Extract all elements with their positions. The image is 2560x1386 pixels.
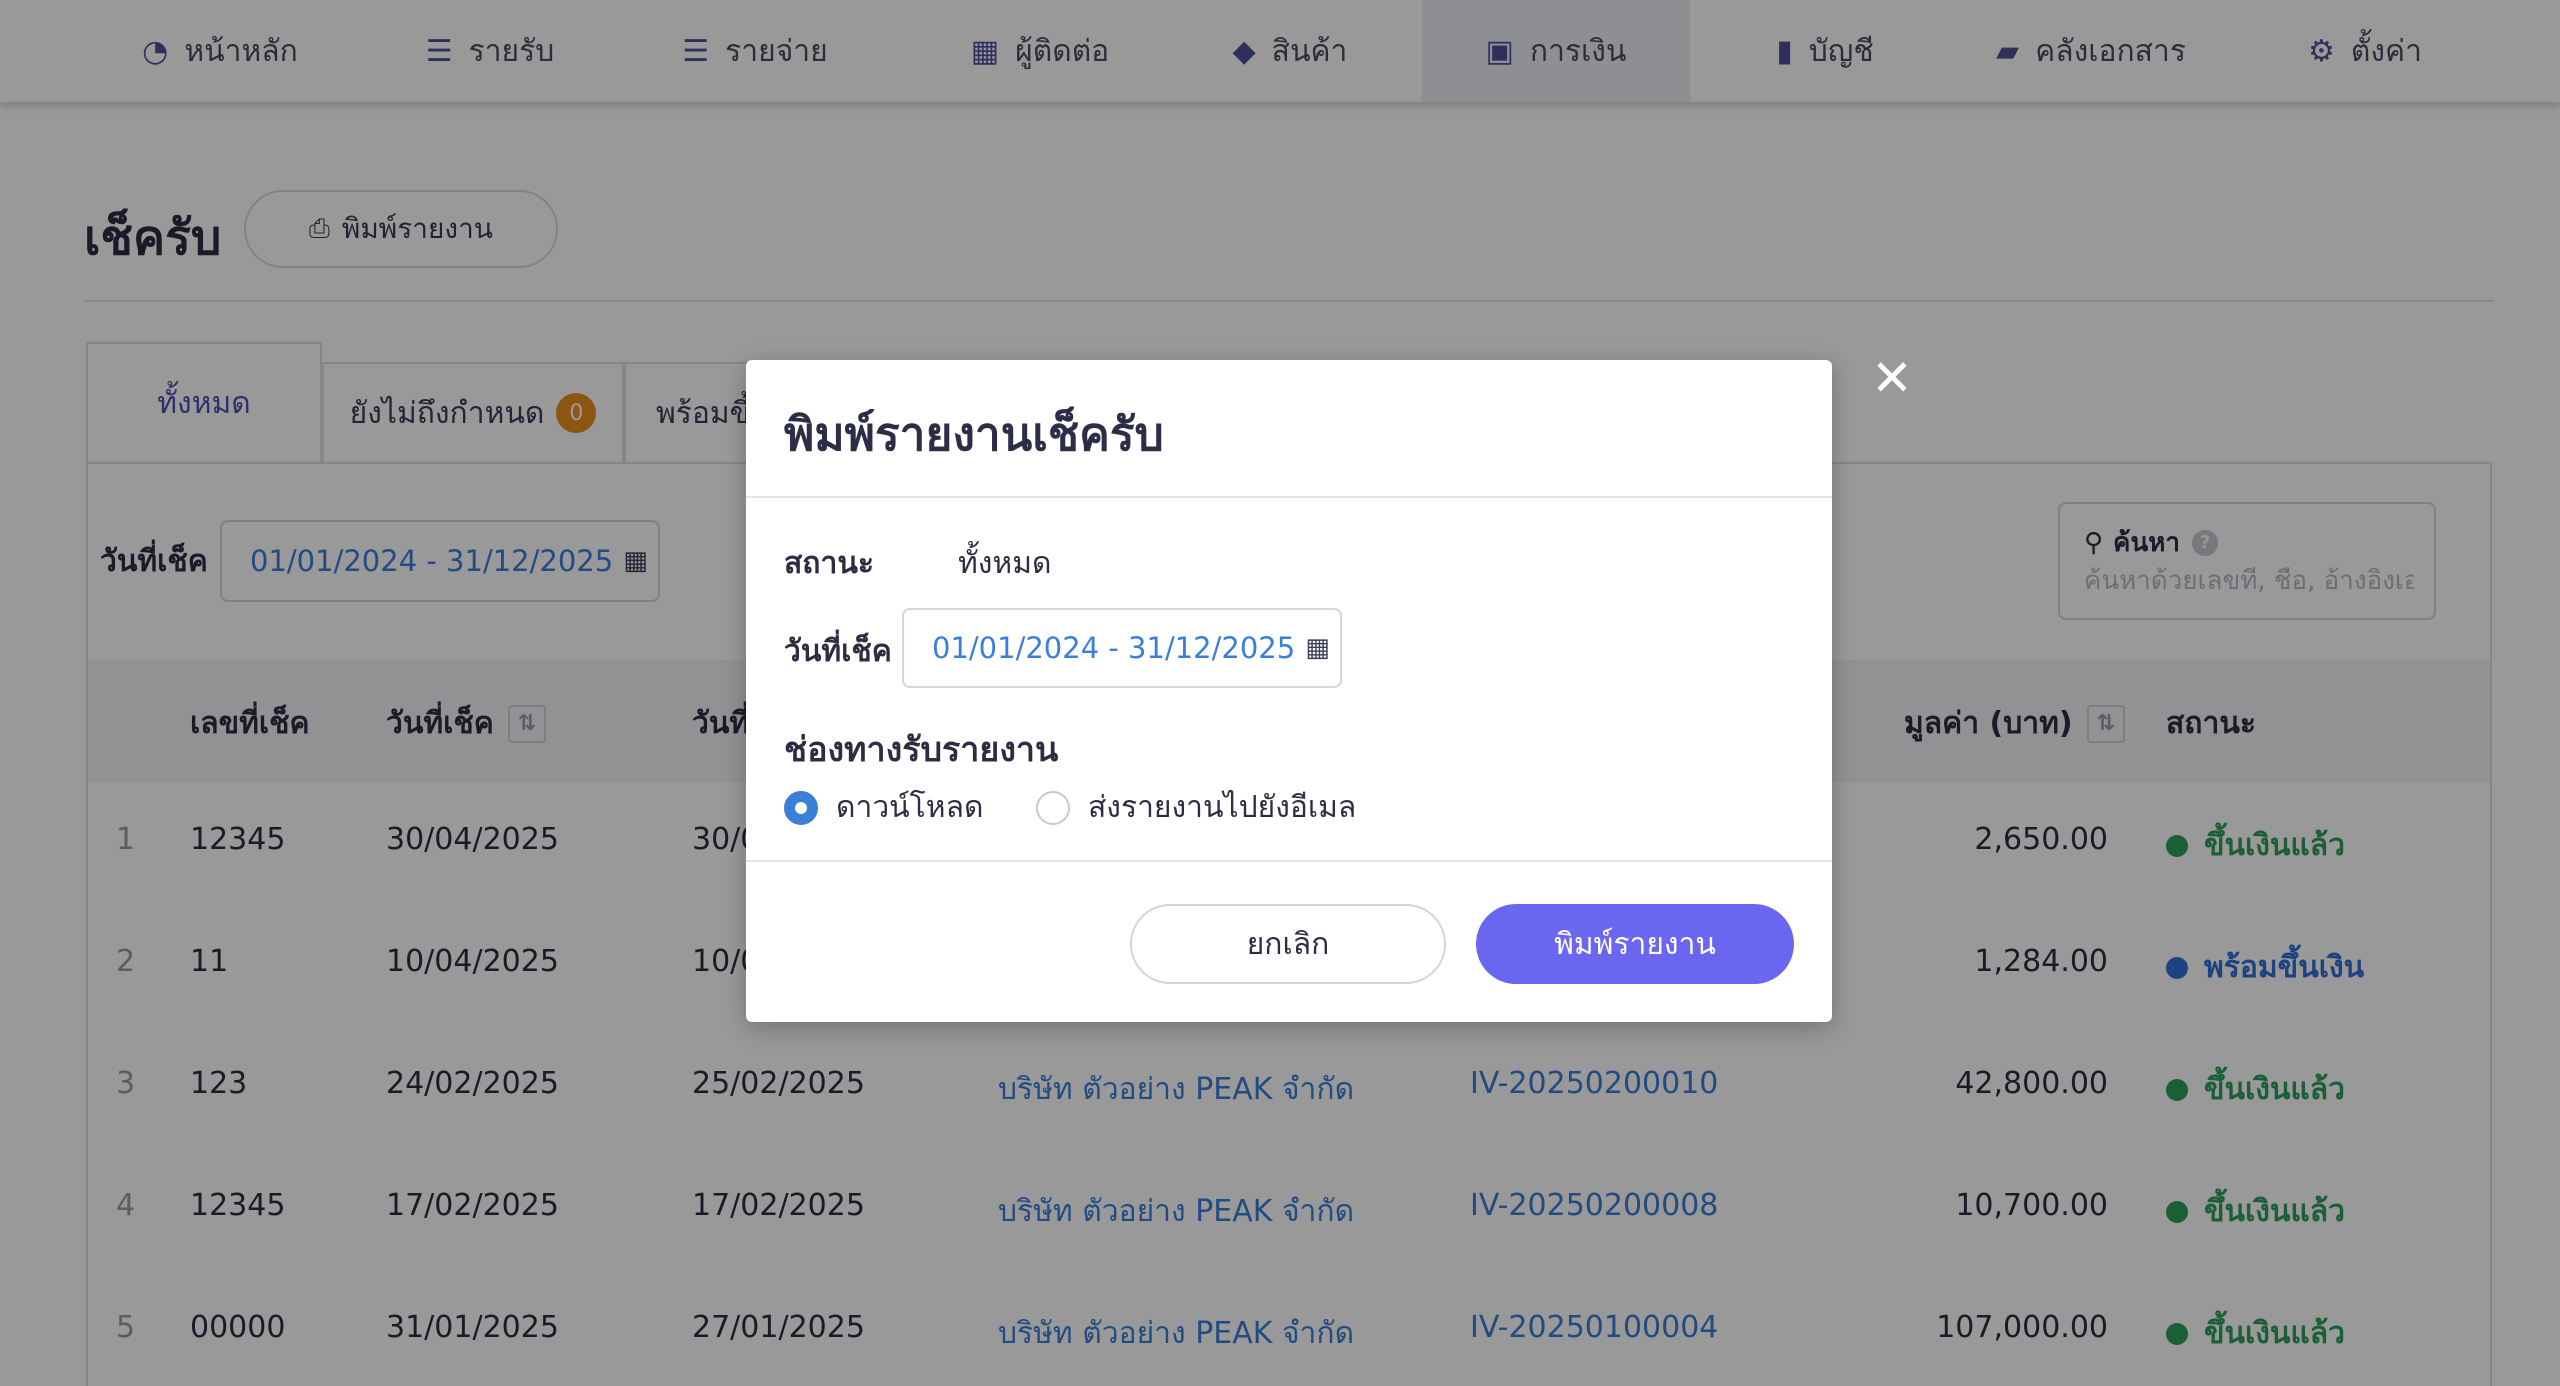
radio-download[interactable]: ดาวน์โหลด [784,784,983,831]
radio-button[interactable] [1036,790,1070,825]
radio-label: ส่งรายงานไปยังอีเมล [1088,790,1357,825]
status-value: ทั้งหมด [958,546,1052,581]
dialog-divider [746,860,1832,862]
status-label: สถานะ [784,546,874,581]
print-report-submit-button[interactable]: พิมพ์รายงาน [1476,904,1794,984]
dialog-divider [746,496,1832,498]
dialog-date-range-picker[interactable]: 01/01/2024 - 31/12/2025 ▦ [902,608,1342,688]
date-range-value: 01/01/2024 - 31/12/2025 [932,631,1296,665]
channel-section-title: ช่องทางรับรายงาน [784,730,1059,770]
radio-label: ดาวน์โหลด [836,790,984,825]
cancel-button[interactable]: ยกเลิก [1130,904,1446,984]
print-report-dialog: พิมพ์รายงานเช็ครับ สถานะ ทั้งหมด วันที่เ… [746,360,1832,1022]
radio-button-checked[interactable] [784,790,818,825]
dialog-title: พิมพ์รายงานเช็ครับ [784,407,1164,461]
radio-email[interactable]: ส่งรายงานไปยังอีเมล [1036,784,1356,831]
calendar-icon: ▦ [1305,633,1330,663]
date-label: วันที่เช็ค [784,634,892,669]
close-icon[interactable]: ✕ [1870,353,1914,403]
